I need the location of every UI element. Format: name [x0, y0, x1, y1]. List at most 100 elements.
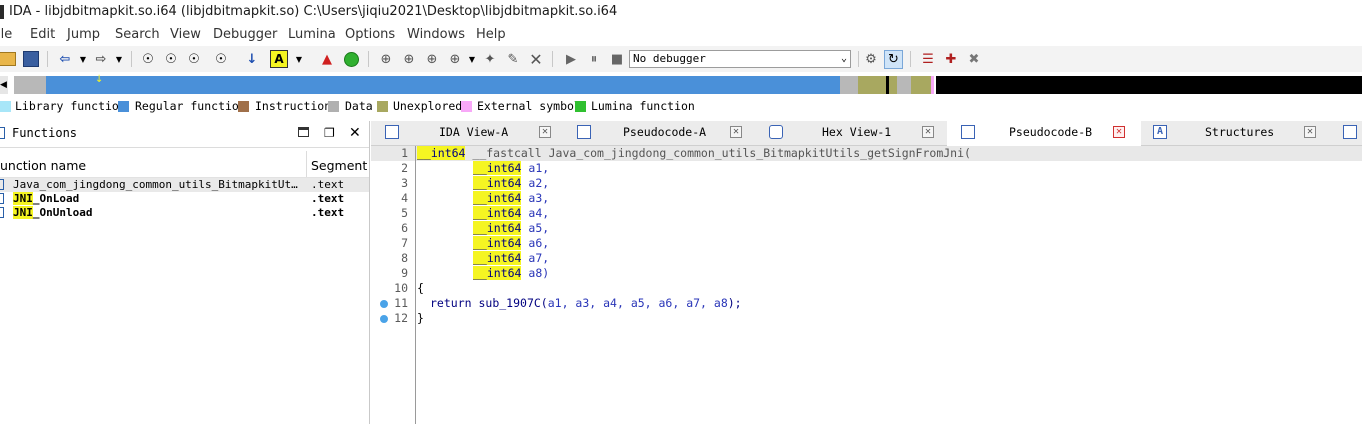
make-array-icon[interactable]: ⊕	[446, 50, 464, 68]
tab-close-icon[interactable]: ✕	[1113, 126, 1125, 138]
binoculars-binary-icon[interactable]: ☉	[185, 50, 203, 68]
function-row[interactable]: JNI_OnLoad .text	[0, 192, 369, 206]
tab-pseudocode-a[interactable]: Pseudocode-A ✕	[563, 121, 755, 145]
param-name[interactable]: a6,	[528, 236, 549, 250]
param-type[interactable]: __int64	[473, 176, 522, 190]
menu-options[interactable]: Options	[345, 27, 395, 42]
menu-debugger[interactable]: Debugger	[213, 27, 277, 42]
param-type[interactable]: __int64	[473, 191, 522, 205]
breakpoint-dot-icon[interactable]	[380, 300, 388, 308]
nav-scroll-left-icon[interactable]: ◀	[0, 76, 8, 94]
code-line[interactable]: 2 __int64 a1,	[371, 161, 1362, 176]
code-line[interactable]: 3 __int64 a2,	[371, 176, 1362, 191]
code-line[interactable]: 1 __int64 __fastcall Java_com_jingdong_c…	[371, 146, 1362, 161]
code-line[interactable]: 7 __int64 a6,	[371, 236, 1362, 251]
param-name[interactable]: a8)	[528, 266, 549, 280]
green-circle-icon[interactable]	[342, 50, 360, 68]
make-data-icon[interactable]: ⊕	[400, 50, 418, 68]
pseudocode-view[interactable]: 1 __int64 __fastcall Java_com_jingdong_c…	[371, 146, 1362, 424]
menu-search[interactable]: Search	[115, 27, 160, 42]
menu-lumina[interactable]: Lumina	[288, 27, 336, 42]
param-name[interactable]: a7,	[528, 251, 549, 265]
tab-more[interactable]	[1333, 121, 1362, 145]
function-signature-name[interactable]: Java_com_jingdong_common_utils_Bitmapkit…	[549, 146, 971, 160]
call-arguments[interactable]: a1, a3, a4, a5, a6, a7, a8	[548, 296, 728, 310]
make-code-icon[interactable]: ⊕	[377, 50, 395, 68]
menu-edit[interactable]: Edit	[30, 27, 55, 42]
add-breakpoint-icon[interactable]: ✚	[942, 50, 960, 68]
highlight-text-icon[interactable]: A	[270, 50, 288, 68]
list-windows-icon[interactable]: ☰	[919, 50, 937, 68]
code-line[interactable]: 10 {	[371, 281, 1362, 296]
tab-pseudocode-b[interactable]: Pseudocode-B ✕	[947, 121, 1141, 146]
tab-close-icon[interactable]: ✕	[922, 126, 934, 138]
menu-windows[interactable]: Windows	[407, 27, 465, 42]
tab-hex-view-1[interactable]: Hex View-1 ✕	[755, 121, 947, 145]
make-string-icon[interactable]: ⊕	[423, 50, 441, 68]
return-type[interactable]: __int64	[417, 146, 466, 160]
attach-process-icon[interactable]: ↻	[884, 50, 903, 69]
column-divider[interactable]	[306, 151, 307, 177]
param-type[interactable]: __int64	[473, 251, 522, 265]
debugger-options-icon[interactable]: ⚙	[862, 50, 880, 68]
delete-x-icon[interactable]: ✕	[527, 50, 545, 69]
chevron-down-icon[interactable]: ▼	[110, 50, 128, 68]
column-function-name[interactable]: unction name	[0, 158, 86, 173]
menu-jump[interactable]: Jump	[67, 27, 100, 42]
tab-close-icon[interactable]: ✕	[730, 126, 742, 138]
param-name[interactable]: a1,	[528, 161, 549, 175]
jump-down-arrow-icon[interactable]: ↓	[243, 50, 261, 68]
save-icon[interactable]	[22, 50, 40, 68]
legend-regular: Regular function	[135, 99, 246, 113]
chevron-down-icon[interactable]: ▼	[74, 50, 92, 68]
warning-triangle-icon[interactable]: ▲	[318, 50, 336, 68]
param-type[interactable]: __int64	[473, 221, 522, 235]
undefine-icon[interactable]: ✦	[481, 50, 499, 68]
stop-icon[interactable]: ■	[608, 50, 626, 68]
menu-view[interactable]: View	[170, 27, 201, 42]
param-type[interactable]: __int64	[473, 266, 522, 280]
menu-help[interactable]: Help	[476, 27, 506, 42]
param-name[interactable]: a4,	[528, 206, 549, 220]
close-icon[interactable]: ✕	[349, 125, 361, 141]
chevron-down-icon[interactable]: ▼	[290, 50, 308, 68]
param-type[interactable]: __int64	[473, 206, 522, 220]
code-line[interactable]: 9 __int64 a8)	[371, 266, 1362, 281]
code-line[interactable]: 4 __int64 a3,	[371, 191, 1362, 206]
code-line[interactable]: 8 __int64 a7,	[371, 251, 1362, 266]
param-name[interactable]: a3,	[528, 191, 549, 205]
restore-icon[interactable]: ❐	[324, 126, 335, 140]
open-folder-icon[interactable]	[0, 50, 16, 68]
tab-ida-view-a[interactable]: IDA View-A ✕	[371, 121, 563, 145]
debugger-select[interactable]: No debugger ⌄	[629, 50, 851, 68]
pause-icon[interactable]: ⏸	[585, 50, 603, 68]
play-icon[interactable]: ▶	[562, 50, 580, 68]
param-name[interactable]: a2,	[528, 176, 549, 190]
binoculars-text-icon[interactable]: ☉	[162, 50, 180, 68]
breakpoint-dot-icon[interactable]	[380, 315, 388, 323]
column-segment[interactable]: Segment	[311, 158, 367, 173]
param-type[interactable]: __int64	[473, 236, 522, 250]
maximize-icon[interactable]	[298, 127, 309, 137]
menu-file[interactable]: ile	[0, 27, 12, 42]
function-row[interactable]: Java_com_jingdong_common_utils_Bitmapkit…	[0, 178, 369, 192]
binoculars-icon[interactable]: ☉	[139, 50, 157, 68]
navigation-band[interactable]: ◀ ↓	[0, 74, 1362, 96]
param-type[interactable]: __int64	[473, 161, 522, 175]
forward-arrow-icon[interactable]: ⇨	[92, 50, 110, 68]
tab-close-icon[interactable]: ✕	[1304, 126, 1316, 138]
chevron-down-icon[interactable]: ▼	[463, 50, 481, 68]
function-row[interactable]: JNI_OnUnload .text	[0, 206, 369, 220]
delete-breakpoint-icon[interactable]: ✖	[965, 50, 983, 68]
search-sequence-icon[interactable]: ☉	[212, 50, 230, 68]
rename-icon[interactable]: ✎	[504, 50, 522, 68]
code-line[interactable]: 12 }	[371, 311, 1362, 326]
back-arrow-icon[interactable]: ⇦	[56, 50, 74, 68]
code-line[interactable]: 11 return sub_1907C(a1, a3, a4, a5, a6, …	[371, 296, 1362, 311]
tab-close-icon[interactable]: ✕	[539, 126, 551, 138]
callee-name[interactable]: sub_1907C	[478, 296, 540, 310]
param-name[interactable]: a5,	[528, 221, 549, 235]
code-line[interactable]: 6 __int64 a5,	[371, 221, 1362, 236]
tab-structures[interactable]: A Structures ✕	[1141, 121, 1333, 145]
code-line[interactable]: 5 __int64 a4,	[371, 206, 1362, 221]
